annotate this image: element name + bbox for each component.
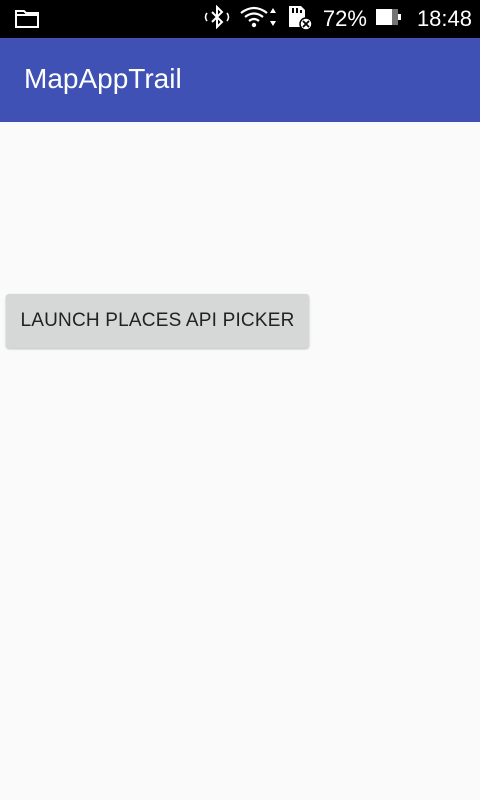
clock: 18:48 (416, 6, 472, 31)
launch-places-api-picker-button[interactable]: LAUNCH PLACES API PICKER (6, 294, 309, 348)
status-icons: 72% 18:48 (201, 0, 472, 38)
folder-icon (14, 9, 40, 29)
main-content: LAUNCH PLACES API PICKER (0, 122, 480, 800)
wifi-icon (239, 5, 279, 34)
battery-percent: 72% (322, 6, 367, 31)
app-title: MapAppTrail (24, 63, 182, 94)
status-bar: 72% 18:48 (0, 0, 480, 38)
app-bar: MapAppTrail (0, 38, 480, 122)
sd-card-icon (285, 4, 313, 35)
battery-icon (375, 7, 403, 32)
bluetooth-icon (201, 4, 233, 34)
